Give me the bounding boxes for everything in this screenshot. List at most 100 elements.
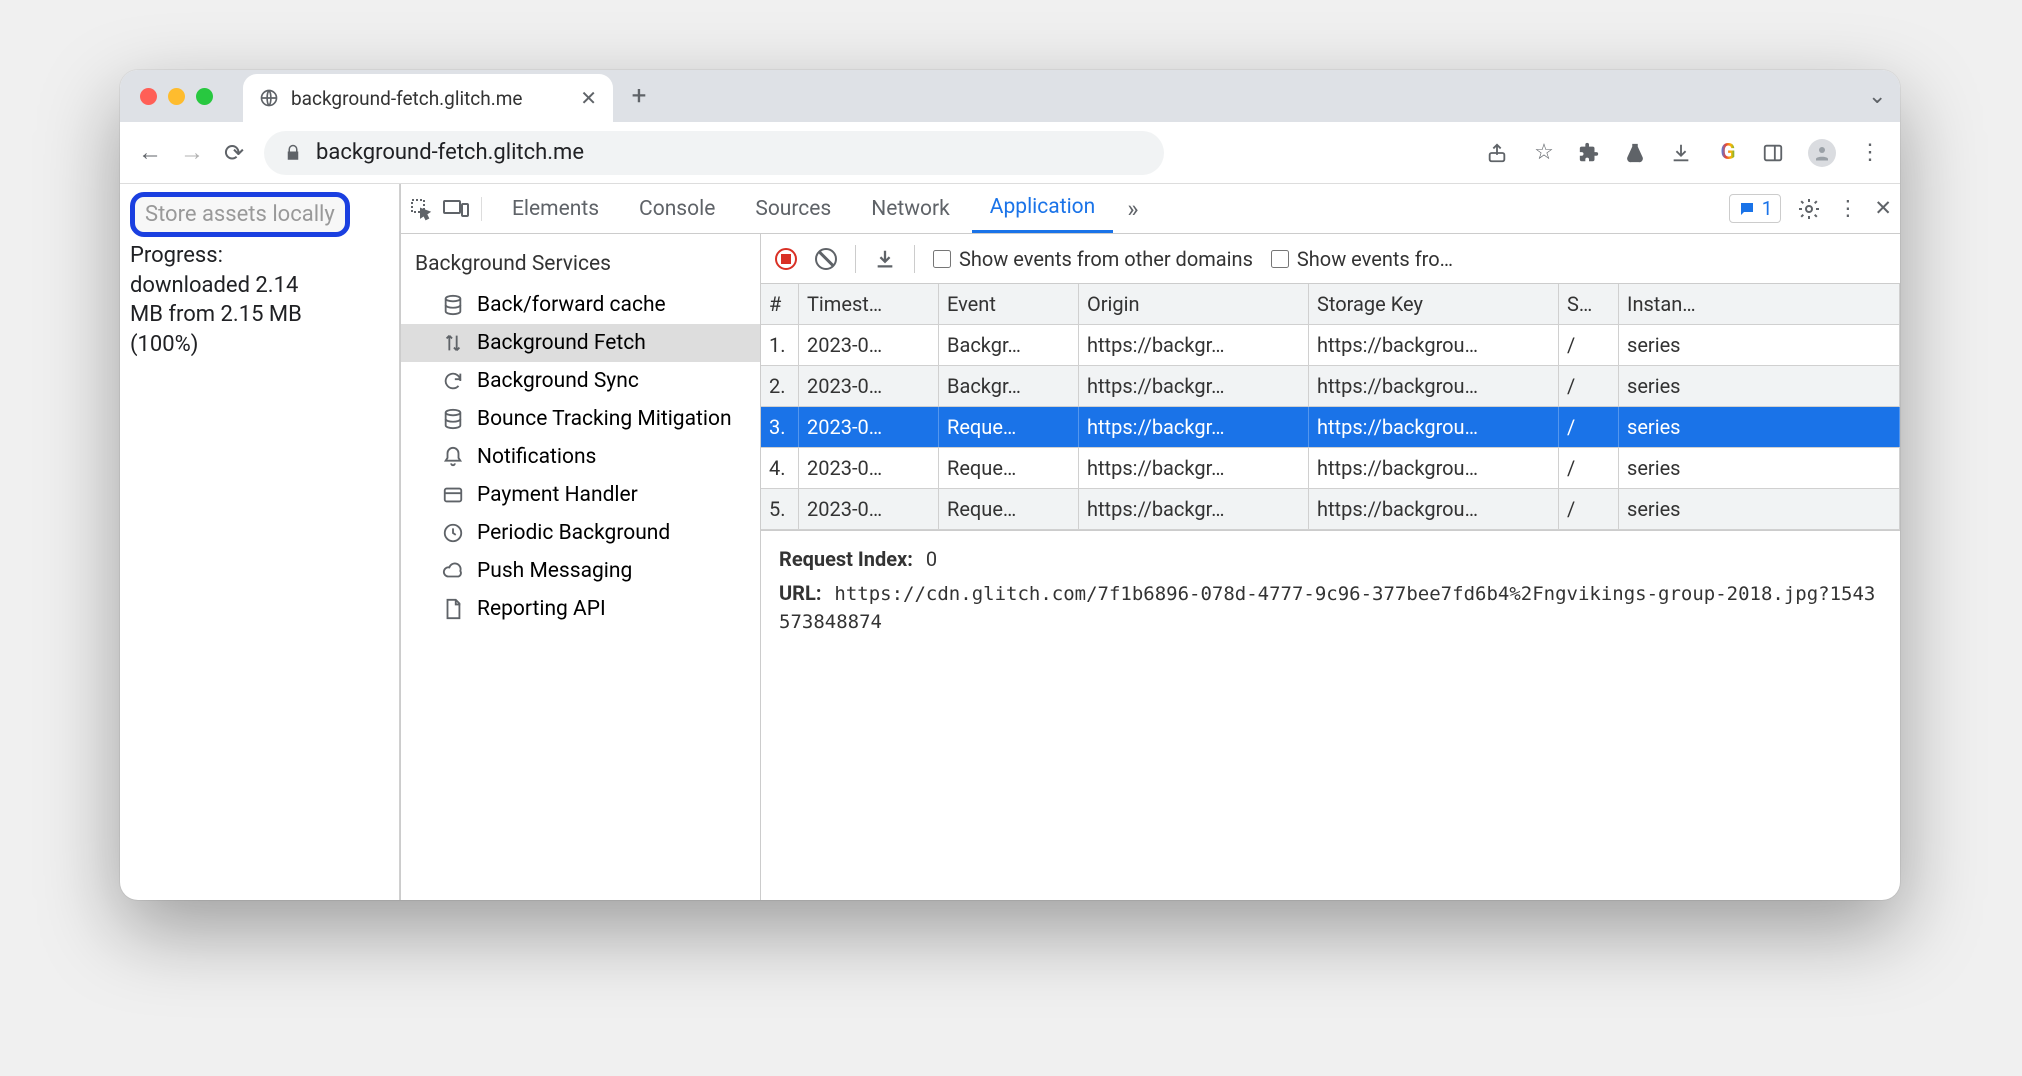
- table-row[interactable]: 2. 2023-0… Backgr… https://backgr… https…: [761, 366, 1900, 407]
- table-row[interactable]: 1. 2023-0… Backgr… https://backgr… https…: [761, 325, 1900, 366]
- content-area: Store assets locally Progress: downloade…: [120, 184, 1900, 900]
- cell-origin: https://backgr…: [1079, 407, 1309, 447]
- file-icon: [441, 598, 465, 620]
- tab-elements[interactable]: Elements: [494, 184, 617, 233]
- database-icon: [441, 408, 465, 430]
- col-origin[interactable]: Origin: [1079, 284, 1309, 324]
- cell-num: 3.: [761, 407, 799, 447]
- sidepanel-icon[interactable]: [1762, 142, 1786, 164]
- cell-s: /: [1559, 489, 1619, 529]
- back-button[interactable]: ←: [138, 138, 162, 167]
- extensions-icon[interactable]: [1578, 142, 1602, 164]
- sidebar-item-background-sync[interactable]: Background Sync: [401, 362, 760, 400]
- bell-icon: [441, 446, 465, 468]
- downloads-icon[interactable]: [1670, 142, 1694, 164]
- cell-origin: https://backgr…: [1079, 448, 1309, 488]
- col-instance[interactable]: Instan…: [1619, 284, 1900, 324]
- show-events-from-checkbox[interactable]: Show events fro…: [1271, 247, 1453, 271]
- url-label: URL:: [779, 581, 821, 605]
- sidebar-label: Background Sync: [477, 369, 639, 393]
- tab-network[interactable]: Network: [853, 184, 968, 233]
- close-window-button[interactable]: [140, 88, 157, 105]
- col-storage-key[interactable]: Storage Key: [1309, 284, 1559, 324]
- address-bar[interactable]: background-fetch.glitch.me: [264, 131, 1164, 175]
- device-toggle-icon[interactable]: [443, 199, 469, 219]
- cell-origin: https://backgr…: [1079, 325, 1309, 365]
- labs-icon[interactable]: [1624, 142, 1648, 164]
- minimize-window-button[interactable]: [168, 88, 185, 105]
- store-assets-button[interactable]: Store assets locally: [130, 192, 350, 237]
- checkbox-input[interactable]: [933, 250, 951, 268]
- browser-tab[interactable]: background-fetch.glitch.me ✕: [243, 74, 613, 122]
- clear-button[interactable]: [815, 248, 837, 270]
- cell-s: /: [1559, 366, 1619, 406]
- sidebar-label: Back/forward cache: [477, 293, 666, 317]
- cell-s: /: [1559, 407, 1619, 447]
- divider: [914, 245, 915, 273]
- cell-instance: series: [1619, 407, 1900, 447]
- sidebar-item-push-messaging[interactable]: Push Messaging: [401, 552, 760, 590]
- col-num[interactable]: #: [761, 284, 799, 324]
- cell-storage-key: https://backgrou…: [1309, 448, 1559, 488]
- tab-sources[interactable]: Sources: [737, 184, 849, 233]
- show-other-domains-checkbox[interactable]: Show events from other domains: [933, 247, 1253, 271]
- sidebar-item-payment-handler[interactable]: Payment Handler: [401, 476, 760, 514]
- tab-console[interactable]: Console: [621, 184, 733, 233]
- sidebar-item-reporting-api[interactable]: Reporting API: [401, 590, 760, 628]
- sidebar-item-periodic-background[interactable]: Periodic Background: [401, 514, 760, 552]
- cell-event: Reque…: [939, 489, 1079, 529]
- inspect-icon[interactable]: [409, 197, 433, 221]
- tab-application[interactable]: Application: [972, 184, 1113, 233]
- profile-avatar[interactable]: [1808, 139, 1836, 167]
- cell-storage-key: https://backgrou…: [1309, 407, 1559, 447]
- globe-icon: [259, 88, 279, 108]
- credit-card-icon: [441, 484, 465, 506]
- cell-event: Reque…: [939, 448, 1079, 488]
- checkbox-label: Show events from other domains: [959, 247, 1253, 271]
- cell-num: 4.: [761, 448, 799, 488]
- page-content: Store assets locally Progress: downloade…: [120, 184, 400, 900]
- devtools-menu-icon[interactable]: ⋮: [1837, 196, 1858, 221]
- divider: [855, 245, 856, 273]
- database-icon: [441, 294, 465, 316]
- checkbox-input[interactable]: [1271, 250, 1289, 268]
- new-tab-button[interactable]: +: [613, 81, 665, 111]
- reload-button[interactable]: ⟳: [222, 139, 246, 167]
- bookmark-icon[interactable]: ☆: [1532, 140, 1556, 165]
- forward-button[interactable]: →: [180, 138, 204, 167]
- tab-overflow-button[interactable]: ⌄: [1868, 84, 1900, 109]
- background-fetch-panel: Show events from other domains Show even…: [761, 234, 1900, 900]
- maximize-window-button[interactable]: [196, 88, 213, 105]
- sidebar-item-notifications[interactable]: Notifications: [401, 438, 760, 476]
- col-timestamp[interactable]: Timest…: [799, 284, 939, 324]
- devtools-close-icon[interactable]: ✕: [1874, 196, 1892, 221]
- menu-icon[interactable]: ⋮: [1858, 140, 1882, 165]
- sidebar-item-back-forward-cache[interactable]: Back/forward cache: [401, 286, 760, 324]
- share-icon[interactable]: [1486, 142, 1510, 164]
- col-s[interactable]: S…: [1559, 284, 1619, 324]
- tabs-overflow[interactable]: »: [1117, 195, 1148, 223]
- save-events-button[interactable]: [874, 248, 896, 270]
- browser-window: background-fetch.glitch.me ✕ + ⌄ ← → ⟳ b…: [120, 70, 1900, 900]
- table-row[interactable]: 3. 2023-0… Reque… https://backgr… https:…: [761, 407, 1900, 448]
- google-icon[interactable]: G: [1716, 140, 1740, 165]
- issues-badge[interactable]: 1: [1729, 194, 1782, 223]
- tab-close-icon[interactable]: ✕: [580, 86, 597, 110]
- cloud-icon: [441, 560, 465, 582]
- record-button[interactable]: [775, 248, 797, 270]
- table-row[interactable]: 4. 2023-0… Reque… https://backgr… https:…: [761, 448, 1900, 489]
- sidebar-item-background-fetch[interactable]: Background Fetch: [401, 324, 760, 362]
- event-details: Request Index: 0 URL: https://cdn.glitch…: [761, 530, 1900, 662]
- cell-storage-key: https://backgrou…: [1309, 366, 1559, 406]
- sidebar-section-title: Background Services: [401, 234, 760, 286]
- url-text: background-fetch.glitch.me: [316, 140, 584, 165]
- sidebar-item-bounce-tracking[interactable]: Bounce Tracking Mitigation: [401, 400, 760, 438]
- request-index-label: Request Index:: [779, 547, 913, 571]
- cell-origin: https://backgr…: [1079, 366, 1309, 406]
- sidebar-label: Notifications: [477, 445, 596, 469]
- col-event[interactable]: Event: [939, 284, 1079, 324]
- devtools-panel: Elements Console Sources Network Applica…: [400, 184, 1900, 900]
- table-row[interactable]: 5. 2023-0… Reque… https://backgr… https:…: [761, 489, 1900, 530]
- settings-icon[interactable]: [1797, 197, 1821, 221]
- progress-label: Progress:: [130, 243, 223, 268]
